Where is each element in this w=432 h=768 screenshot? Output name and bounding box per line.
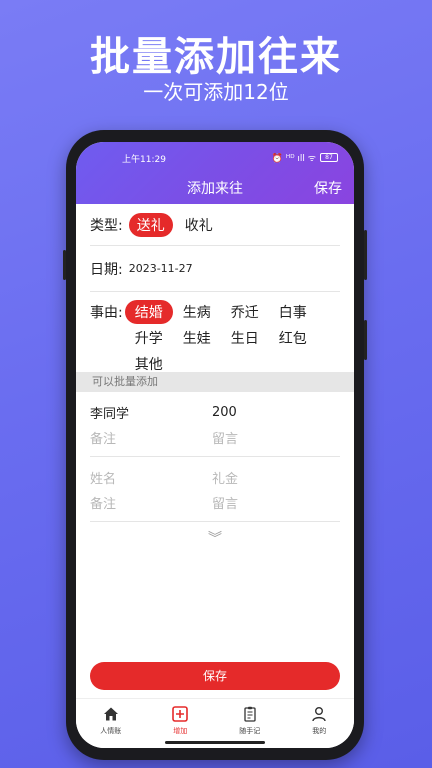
type-label: 类型: [90, 217, 123, 234]
reason-option[interactable]: 升学 [125, 326, 173, 350]
status-icons: ⏰ ᴴᴰ ıll ᯤ 87 [272, 151, 338, 164]
amount-field[interactable]: 200 [212, 405, 237, 420]
app-header: 上午11:29 ⏰ ᴴᴰ ıll ᯤ 87 添加来往 保存 [76, 142, 354, 204]
promo-subtitle: 一次可添加12位 [143, 80, 289, 104]
date-label: 日期: [90, 261, 123, 278]
message-field[interactable]: 留言 [212, 428, 238, 447]
phone-frame: 上午11:29 ⏰ ᴴᴰ ıll ᯤ 87 添加来往 保存 类型: 送礼 收礼 … [63, 130, 367, 760]
home-indicator [165, 741, 265, 744]
date-row[interactable]: 日期: 2023-11-27 [90, 246, 340, 292]
name-field[interactable]: 姓名 [90, 468, 212, 487]
list-item: 姓名 礼金 备注 留言 [90, 457, 340, 522]
reason-option[interactable]: 生日 [221, 326, 269, 350]
tab-label: 增加 [173, 727, 188, 735]
date-value[interactable]: 2023-11-27 [129, 262, 193, 275]
page-title: 添加来往 [187, 181, 243, 197]
status-time: 上午11:29 [122, 155, 166, 165]
tab-ledger[interactable]: 人情账 [76, 699, 146, 748]
promo-title: 批量添加往来 [90, 34, 342, 80]
type-option-give[interactable]: 送礼 [128, 212, 173, 237]
type-option-receive[interactable]: 收礼 [177, 213, 221, 237]
user-icon [310, 705, 328, 723]
battery-icon: 87 [320, 153, 338, 162]
app-screen: 上午11:29 ⏰ ᴴᴰ ıll ᯤ 87 添加来往 保存 类型: 送礼 收礼 … [76, 142, 354, 748]
save-button[interactable]: 保存 [90, 662, 340, 690]
status-signal: ⏰ ᴴᴰ ıll ᯤ [271, 154, 316, 164]
type-row: 类型: 送礼 收礼 [90, 204, 340, 246]
tab-profile[interactable]: 我的 [285, 699, 355, 748]
home-icon [102, 705, 120, 723]
reason-row: 事由: 结婚 生病 乔迁 白事 升学 生娃 生日 红包 其他 [90, 292, 340, 373]
note-field[interactable]: 备注 [90, 428, 212, 447]
volume-button [63, 250, 66, 280]
reason-option[interactable]: 白事 [269, 300, 317, 324]
tab-label: 我的 [312, 727, 327, 735]
reason-option[interactable]: 结婚 [124, 300, 173, 324]
note-field[interactable]: 备注 [90, 493, 212, 512]
expand-more-icon[interactable]: ︾ [76, 528, 354, 548]
batch-hint: 可以批量添加 [76, 372, 354, 392]
amount-field[interactable]: 礼金 [212, 468, 238, 487]
reason-option[interactable]: 红包 [269, 326, 317, 350]
tab-label: 人情账 [100, 727, 122, 735]
list-item: 李同学 200 备注 留言 [90, 392, 340, 457]
side-button [364, 320, 367, 360]
reason-option[interactable]: 生病 [173, 300, 221, 324]
tab-label: 随手记 [239, 727, 261, 735]
note-icon [241, 705, 259, 723]
message-field[interactable]: 留言 [212, 493, 238, 512]
reason-options: 结婚 生病 乔迁 白事 升学 生娃 生日 红包 其他 [124, 300, 317, 373]
header-save-button[interactable]: 保存 [314, 178, 342, 198]
add-icon [171, 705, 189, 723]
reason-option[interactable]: 乔迁 [221, 300, 269, 324]
power-button [364, 230, 367, 280]
name-field[interactable]: 李同学 [90, 403, 212, 422]
reason-label: 事由: [90, 305, 123, 321]
reason-option[interactable]: 生娃 [173, 326, 221, 350]
